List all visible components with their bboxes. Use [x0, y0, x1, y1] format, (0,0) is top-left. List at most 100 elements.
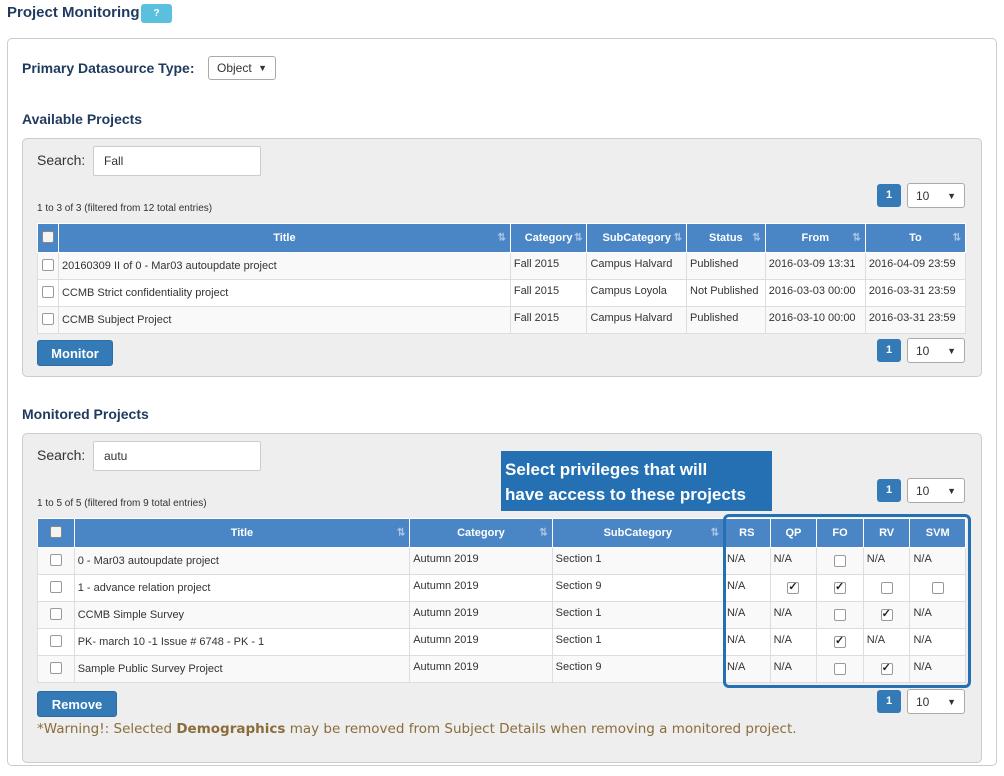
cell-svm: N/A	[909, 655, 966, 683]
column-label: Category	[524, 232, 573, 244]
cell-to: 2016-03-31 23:59	[864, 279, 967, 307]
cell-title: Sample Public Survey Project	[73, 655, 411, 683]
privilege-checkbox-rv[interactable]	[880, 661, 893, 676]
cell-rs: N/A	[722, 601, 771, 629]
cell-fo[interactable]	[816, 574, 864, 602]
column-header-to[interactable]: To ⇅	[864, 223, 967, 253]
cell-category: Autumn 2019	[409, 628, 553, 656]
column-header-title[interactable]: Title ⇅	[73, 518, 411, 548]
column-header-svm[interactable]: SVM	[909, 518, 966, 548]
available-page-button-bottom[interactable]: 1	[877, 339, 901, 362]
monitored-page-size-value: 10	[916, 483, 930, 498]
cell-fo[interactable]	[816, 655, 864, 683]
column-header-title[interactable]: Title ⇅	[57, 223, 511, 253]
row-checkbox[interactable]	[41, 286, 54, 299]
cell-rv[interactable]	[862, 574, 911, 602]
datasource-select-value: Object	[217, 61, 252, 75]
datasource-label: Primary Datasource Type:	[22, 60, 195, 76]
table-row[interactable]: 1 - advance relation project Autumn 2019 S…	[37, 574, 966, 602]
cell-title: CCMB Subject Project	[57, 306, 511, 334]
datasource-select[interactable]: Object ▼	[208, 56, 276, 80]
privileges-callout: Select privileges that will have access …	[501, 451, 772, 511]
column-header-from[interactable]: From ⇅	[764, 223, 866, 253]
table-row[interactable]: Sample Public Survey Project Autumn 2019 S…	[37, 655, 966, 683]
column-header-category[interactable]: Category ⇅	[409, 518, 553, 548]
cell-from: 2016-03-03 00:00	[764, 279, 866, 307]
table-row[interactable]: CCMB Strict confidentiality project Fall…	[37, 279, 967, 307]
sort-icon: ⇅	[574, 232, 583, 244]
privilege-checkbox-fo[interactable]	[834, 580, 847, 595]
cell-svm[interactable]	[909, 574, 966, 602]
select-all-header[interactable]	[37, 223, 59, 253]
privilege-checkbox-fo[interactable]	[834, 609, 847, 622]
cell-category: Fall 2015	[509, 252, 588, 280]
cell-category: Fall 2015	[509, 306, 588, 334]
column-header-rv[interactable]: RV	[862, 518, 911, 548]
row-checkbox[interactable]	[41, 313, 54, 326]
page-title: Project Monitoring	[7, 4, 140, 21]
monitored-search-input[interactable]	[93, 441, 261, 471]
monitored-projects-title: Monitored Projects	[22, 406, 149, 422]
cell-rs: N/A	[722, 655, 771, 683]
available-search-label: Search:	[37, 152, 86, 168]
cell-fo[interactable]	[816, 601, 864, 629]
cell-from: 2016-03-10 00:00	[764, 306, 866, 334]
column-header-fo[interactable]: FO	[816, 518, 864, 548]
available-page-size-bottom[interactable]: 10 ▼	[907, 338, 965, 363]
row-checkbox[interactable]	[49, 608, 62, 621]
cell-subcategory: Section 1	[551, 547, 724, 575]
table-row[interactable]: CCMB Subject Project Fall 2015 Campus Ha…	[37, 306, 967, 334]
monitored-page-button-top[interactable]: 1	[877, 479, 901, 502]
column-header-qp[interactable]: QP	[769, 518, 818, 548]
available-page-button-top[interactable]: 1	[877, 184, 901, 207]
select-all-header[interactable]	[37, 518, 75, 548]
table-row[interactable]: CCMB Simple Survey Autumn 2019 Section 1 N/…	[37, 601, 966, 629]
remove-button[interactable]: Remove	[37, 691, 117, 717]
privilege-checkbox-rv[interactable]	[880, 607, 893, 622]
row-checkbox[interactable]	[49, 581, 62, 594]
cell-rv[interactable]	[862, 655, 911, 683]
privilege-checkbox-fo[interactable]	[834, 555, 847, 568]
cell-title: PK- march 10 -1 Issue # 6748 - PK - 1	[73, 628, 411, 656]
row-checkbox[interactable]	[41, 259, 54, 272]
help-button[interactable]: ?	[141, 4, 172, 23]
privilege-checkbox-qp[interactable]	[787, 580, 800, 595]
column-header-status[interactable]: Status ⇅	[686, 223, 766, 253]
select-all-checkbox[interactable]	[41, 230, 54, 243]
monitored-page-size-bottom[interactable]: 10 ▼	[907, 689, 965, 714]
privilege-checkbox-fo[interactable]	[834, 634, 847, 649]
row-checkbox[interactable]	[49, 635, 62, 648]
monitored-page-size-top[interactable]: 10 ▼	[907, 478, 965, 503]
monitored-page-button-bottom[interactable]: 1	[877, 690, 901, 713]
privilege-checkbox-svm[interactable]	[931, 582, 944, 595]
column-header-rs[interactable]: RS	[722, 518, 771, 548]
cell-qp: N/A	[769, 628, 818, 656]
cell-rv[interactable]	[862, 601, 911, 629]
column-label: To	[909, 232, 922, 244]
cell-fo[interactable]	[816, 547, 864, 575]
cell-svm: N/A	[909, 547, 966, 575]
table-row[interactable]: PK- march 10 -1 Issue # 6748 - PK - 1 Aut…	[37, 628, 966, 656]
row-checkbox[interactable]	[49, 662, 62, 675]
table-row[interactable]: 0 - Mar03 autoupdate project Autumn 2019 S…	[37, 547, 966, 575]
table-row[interactable]: 20160309 II of 0 - Mar03 autoupdate proj…	[37, 252, 967, 280]
cell-subcategory: Campus Halvard	[586, 306, 688, 334]
column-header-subcategory[interactable]: SubCategory ⇅	[551, 518, 724, 548]
row-checkbox[interactable]	[49, 554, 62, 567]
privilege-checkbox-fo[interactable]	[834, 663, 847, 676]
sort-icon: ⇅	[952, 232, 961, 244]
privilege-checkbox-rv[interactable]	[880, 582, 893, 595]
available-search-input[interactable]	[93, 146, 261, 176]
column-label: Status	[709, 232, 743, 244]
column-header-category[interactable]: Category ⇅	[509, 223, 588, 253]
column-header-subcategory[interactable]: SubCategory ⇅	[586, 223, 688, 253]
cell-fo[interactable]	[816, 628, 864, 656]
sort-icon: ⇅	[673, 232, 683, 244]
sort-icon: ⇅	[852, 232, 861, 244]
select-all-checkbox[interactable]	[49, 525, 62, 538]
cell-category: Autumn 2019	[409, 601, 553, 629]
cell-qp[interactable]	[769, 574, 818, 602]
sort-icon: ⇅	[396, 527, 406, 539]
monitor-button[interactable]: Monitor	[37, 340, 113, 366]
available-page-size-top[interactable]: 10 ▼	[907, 183, 965, 208]
